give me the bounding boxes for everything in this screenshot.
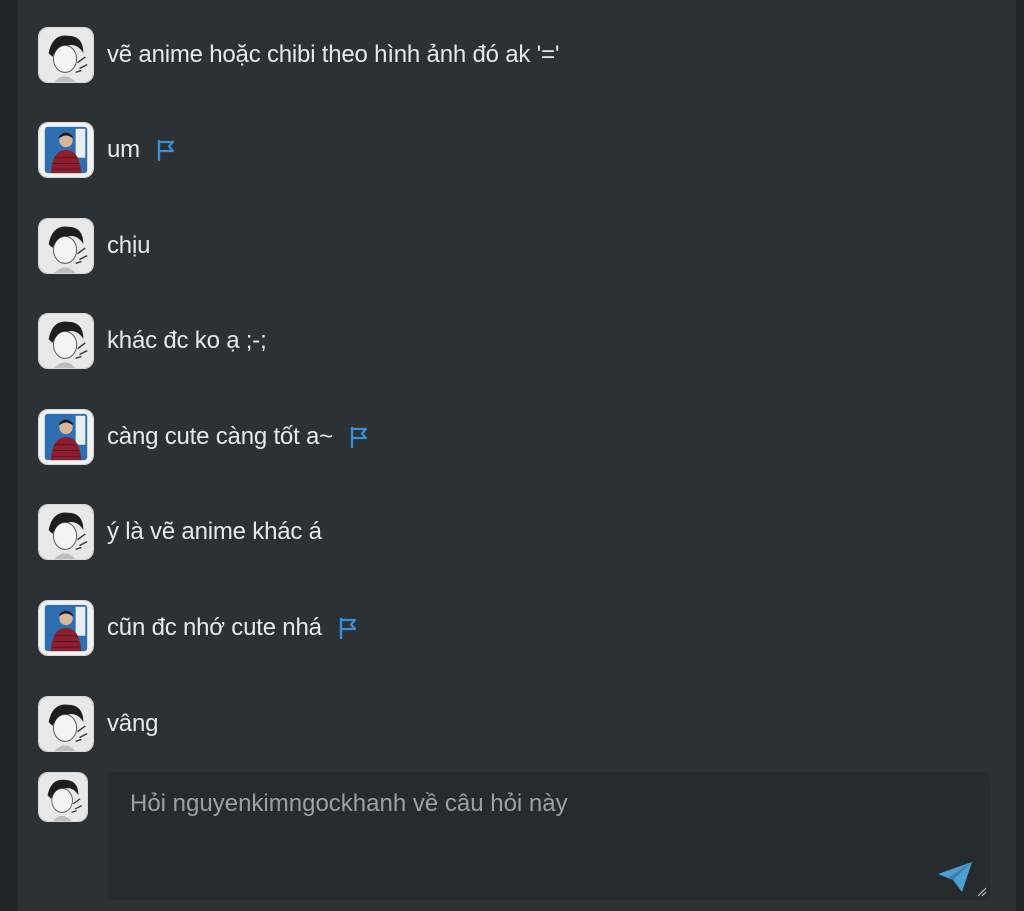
comment-text: chịu (107, 232, 151, 259)
current-user-avatar[interactable] (38, 772, 88, 822)
current-user-avatar-image (39, 773, 87, 821)
flag-icon[interactable] (338, 617, 358, 639)
asker-avatar-image (39, 697, 93, 751)
comment-text: um (107, 136, 140, 163)
asker-avatar[interactable] (38, 313, 94, 369)
comment-text: vâng (107, 710, 159, 737)
comment-thread-panel: vẽ anime hoặc chibi theo hình ảnh đó ak … (18, 0, 1016, 911)
asker-avatar-image (39, 28, 93, 82)
comment-item: vẽ anime hoặc chibi theo hình ảnh đó ak … (38, 26, 559, 84)
answerer-avatar-image (39, 601, 93, 655)
flag-icon[interactable] (156, 139, 176, 161)
asker-avatar-image (39, 505, 93, 559)
asker-avatar[interactable] (38, 504, 94, 560)
answerer-avatar-image (39, 410, 93, 464)
asker-avatar[interactable] (38, 218, 94, 274)
comment-composer (38, 772, 998, 902)
answerer-avatar[interactable] (38, 122, 94, 178)
send-icon (938, 862, 972, 892)
comment-item: càng cute càng tốt a~ (38, 408, 369, 466)
comment-input[interactable] (130, 790, 968, 850)
comment-item: vâng (38, 695, 158, 753)
answerer-avatar[interactable] (38, 409, 94, 465)
resize-grip-icon[interactable] (975, 885, 987, 897)
asker-avatar-image (39, 219, 93, 273)
flag-icon[interactable] (349, 426, 369, 448)
comment-text: càng cute càng tốt a~ (107, 423, 333, 450)
comment-text: ý là vẽ anime khác á (107, 518, 322, 545)
asker-avatar[interactable] (38, 27, 94, 83)
comment-text: khác đc ko ạ ;-; (107, 327, 267, 354)
asker-avatar-image (39, 314, 93, 368)
comment-input-box (108, 772, 990, 900)
comment-item: um (38, 121, 176, 179)
comment-item: cũn đc nhớ cute nhá (38, 599, 358, 657)
send-button[interactable] (936, 860, 974, 894)
answerer-avatar[interactable] (38, 600, 94, 656)
comment-item: ý là vẽ anime khác á (38, 503, 322, 561)
comment-item: chịu (38, 217, 150, 275)
answerer-avatar-image (39, 123, 93, 177)
asker-avatar[interactable] (38, 696, 94, 752)
comment-item: khác đc ko ạ ;-; (38, 312, 267, 370)
comment-text: vẽ anime hoặc chibi theo hình ảnh đó ak … (107, 41, 560, 68)
comment-text: cũn đc nhớ cute nhá (107, 614, 322, 641)
